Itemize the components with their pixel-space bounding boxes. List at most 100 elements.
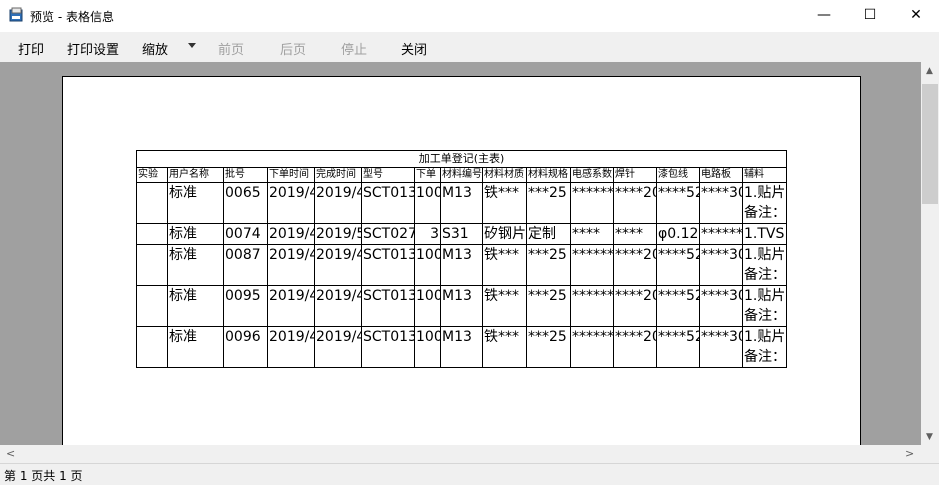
table-cell: ***25 bbox=[526, 244, 571, 286]
maximize-icon: ☐ bbox=[863, 7, 877, 23]
next-page-button[interactable]: 后页 bbox=[280, 39, 306, 58]
table-row: 标准 0096 2019/4 2019/4 SCT013 100 M13 铁*** ***25 *… bbox=[136, 326, 787, 368]
table-cell: 2019/4 bbox=[267, 285, 315, 327]
column-header: 辅料 bbox=[742, 167, 787, 183]
table-cell: ****52 bbox=[656, 326, 700, 368]
table-cell: ****** bbox=[570, 285, 614, 327]
table-cell: 2019/4 bbox=[314, 285, 362, 327]
table-cell: ****52 bbox=[656, 182, 700, 224]
scroll-right-icon[interactable]: > bbox=[905, 447, 914, 460]
table-cell: ****20 bbox=[613, 326, 657, 368]
table-cell: ****30 bbox=[699, 244, 743, 286]
page-count-status: 第 1 页共 1 页 bbox=[4, 469, 83, 483]
table-cell: 1.贴片 备注： bbox=[742, 244, 787, 286]
table-cell: 0074 bbox=[223, 223, 268, 245]
stop-button[interactable]: 停止 bbox=[341, 39, 367, 58]
column-header: 焊针 bbox=[613, 167, 657, 183]
zoom-button[interactable]: 缩放 bbox=[142, 39, 168, 58]
maximize-button[interactable]: ☐ bbox=[847, 0, 893, 30]
table-cell: 标准 bbox=[167, 285, 224, 327]
print-button[interactable]: 打印 bbox=[18, 39, 44, 58]
table-cell bbox=[136, 285, 168, 327]
table-cell bbox=[136, 182, 168, 224]
table-cell: 1.贴片 备注： bbox=[742, 182, 787, 224]
table-cell: SCT013 bbox=[361, 285, 415, 327]
vertical-scroll-thumb[interactable] bbox=[922, 84, 938, 204]
report-table: 加工单登记(主表) 实验 用户名称 批号 下单时间 完成时间 型号 下单 材料编号 材料材质 材料… bbox=[136, 150, 787, 368]
column-header: 实验 bbox=[136, 167, 168, 183]
table-cell: **** bbox=[570, 223, 614, 245]
table-body: 标准 0065 2019/4 2019/4 SCT013 100 M13 铁*** ***25 *… bbox=[136, 182, 787, 368]
table-cell: SCT013 bbox=[361, 182, 415, 224]
table-cell: 0065 bbox=[223, 182, 268, 224]
table-cell: M13 bbox=[440, 182, 483, 224]
column-header: 批号 bbox=[223, 167, 268, 183]
table-cell: φ0.12 bbox=[656, 223, 700, 245]
table-cell: 铁*** bbox=[482, 182, 527, 224]
table-cell: 2019/5 bbox=[314, 223, 362, 245]
column-header: 下单时间 bbox=[267, 167, 315, 183]
table-cell: 100 bbox=[414, 182, 441, 224]
table-cell: 矽钢片 bbox=[482, 223, 527, 245]
table-cell bbox=[136, 223, 168, 245]
table-cell: 铁*** bbox=[482, 326, 527, 368]
table-cell: 标准 bbox=[167, 223, 224, 245]
table-cell: SCT013 bbox=[361, 244, 415, 286]
toolbar: 打印 打印设置 缩放 前页 后页 停止 关闭 bbox=[0, 32, 939, 62]
table-row: 标准 0074 2019/4 2019/5 SCT027 3 S31 矽钢片 定制 **** ***… bbox=[136, 223, 787, 245]
table-cell: SCT027 bbox=[361, 223, 415, 245]
table-cell: 2019/4 bbox=[314, 244, 362, 286]
minimize-button[interactable]: — bbox=[801, 0, 847, 30]
column-header: 漆包线 bbox=[656, 167, 700, 183]
table-cell: 铁*** bbox=[482, 244, 527, 286]
table-cell: 0096 bbox=[223, 326, 268, 368]
print-settings-button[interactable]: 打印设置 bbox=[67, 39, 119, 58]
table-cell: ****30 bbox=[699, 182, 743, 224]
table-cell: ****30 bbox=[699, 285, 743, 327]
column-header: 完成时间 bbox=[314, 167, 362, 183]
table-cell: ****** bbox=[570, 244, 614, 286]
table-cell bbox=[136, 326, 168, 368]
window-title: 预览 - 表格信息 bbox=[30, 10, 114, 24]
column-header: 材料材质 bbox=[482, 167, 527, 183]
table-cell: ****** bbox=[699, 223, 743, 245]
table-cell: ***25 bbox=[526, 326, 571, 368]
scroll-up-icon[interactable]: ▲ bbox=[926, 66, 933, 76]
table-cell: 标准 bbox=[167, 182, 224, 224]
scroll-left-icon[interactable]: < bbox=[6, 447, 15, 460]
table-cell: SCT013 bbox=[361, 326, 415, 368]
table-cell: S31 bbox=[440, 223, 483, 245]
table-cell: 1.贴片 备注： bbox=[742, 285, 787, 327]
table-cell: 标准 bbox=[167, 244, 224, 286]
table-cell: **** bbox=[613, 223, 657, 245]
table-cell: ****** bbox=[570, 182, 614, 224]
report-title: 加工单登记(主表) bbox=[136, 150, 787, 168]
table-cell: 2019/4 bbox=[314, 182, 362, 224]
scroll-down-icon[interactable]: ▼ bbox=[926, 432, 933, 442]
prev-page-button[interactable]: 前页 bbox=[218, 39, 244, 58]
zoom-dropdown-icon[interactable] bbox=[188, 43, 196, 48]
column-header: 用户名称 bbox=[167, 167, 224, 183]
column-header: 材料编号 bbox=[440, 167, 483, 183]
column-header: 下单 bbox=[414, 167, 441, 183]
status-bar: 第 1 页共 1 页 bbox=[0, 463, 939, 485]
table-cell: M13 bbox=[440, 285, 483, 327]
horizontal-scrollbar[interactable]: < > bbox=[0, 445, 921, 462]
table-cell: 100 bbox=[414, 326, 441, 368]
table-cell: 标准 bbox=[167, 326, 224, 368]
close-preview-button[interactable]: 关闭 bbox=[401, 39, 427, 58]
table-cell: ***25 bbox=[526, 285, 571, 327]
table-cell: 定制 bbox=[526, 223, 571, 245]
table-cell bbox=[136, 244, 168, 286]
app-icon bbox=[9, 7, 23, 22]
column-header: 型号 bbox=[361, 167, 415, 183]
table-cell: 0087 bbox=[223, 244, 268, 286]
table-cell: 1.TVS bbox=[742, 223, 787, 245]
preview-area: 加工单登记(主表) 实验 用户名称 批号 下单时间 完成时间 型号 下单 材料编号 材料材质 材料… bbox=[0, 62, 921, 445]
close-window-button[interactable]: ✕ bbox=[893, 0, 939, 30]
minimize-icon: — bbox=[817, 7, 831, 23]
column-header: 材料规格 bbox=[526, 167, 571, 183]
header-row: 实验 用户名称 批号 下单时间 完成时间 型号 下单 材料编号 材料材质 材料规格 电感系数 焊针 漆包… bbox=[136, 167, 787, 183]
table-cell: 100 bbox=[414, 244, 441, 286]
vertical-scrollbar[interactable]: ▲ ▼ bbox=[921, 62, 939, 462]
